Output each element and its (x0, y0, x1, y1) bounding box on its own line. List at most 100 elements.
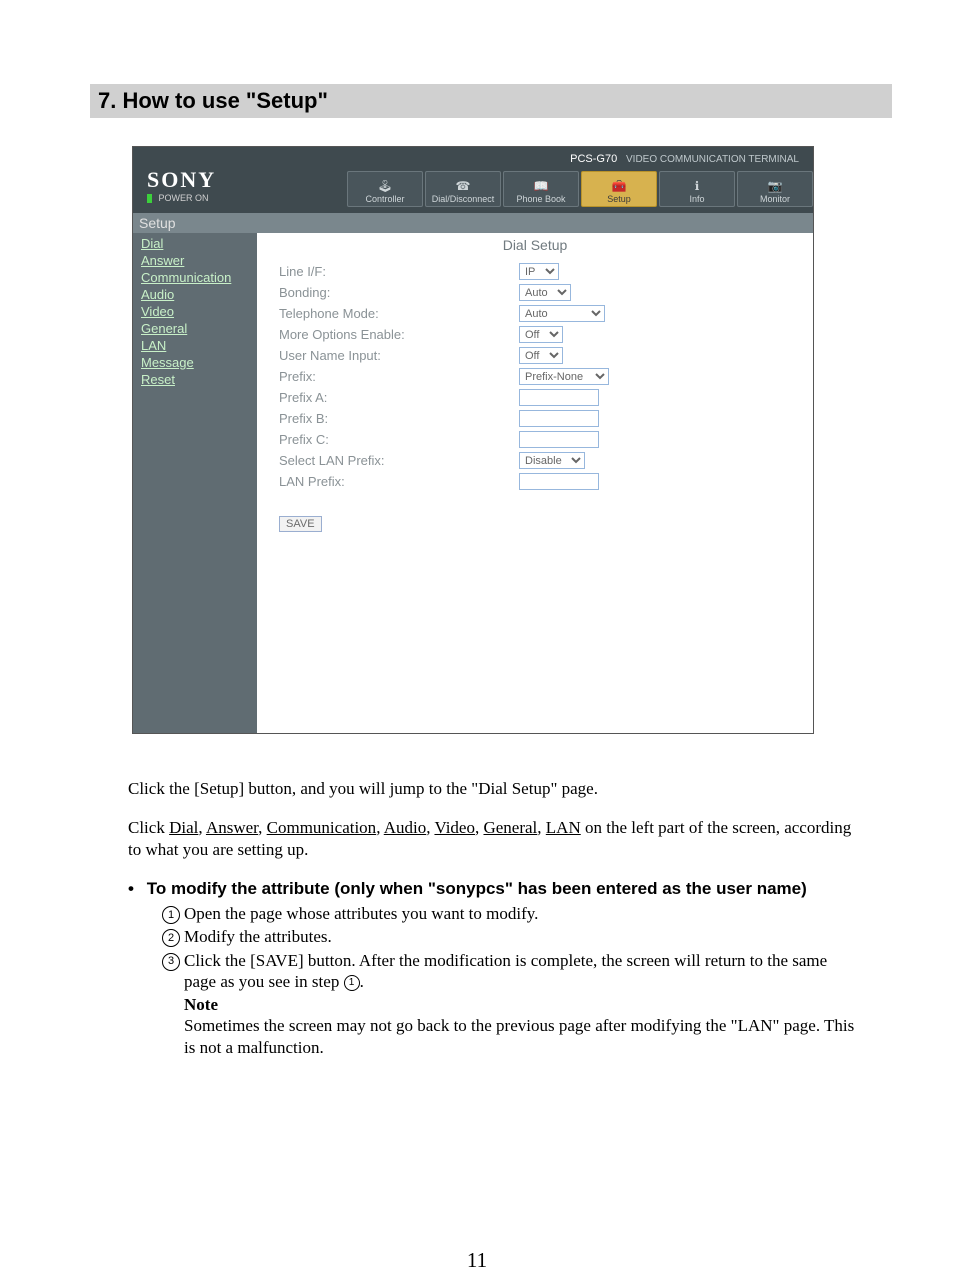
link-communication: Communication (267, 818, 377, 837)
link-lan: LAN (546, 818, 581, 837)
label-moreopts: More Options Enable: (279, 327, 519, 342)
section-number: 7. (98, 88, 116, 113)
select-sel-lan-prefix[interactable]: Disable (519, 452, 585, 469)
sidebar-item-general[interactable]: General (133, 320, 257, 337)
step-3b: . (360, 972, 364, 991)
sidebar: Dial Answer Communication Audio Video Ge… (133, 233, 257, 733)
tab-label: Monitor (760, 194, 790, 204)
tab-phonebook[interactable]: 📖 Phone Book (503, 171, 579, 207)
sidebar-item-communication[interactable]: Communication (133, 269, 257, 286)
select-prefix[interactable]: Prefix-None (519, 368, 609, 385)
note-text: Sometimes the screen may not go back to … (184, 1016, 854, 1056)
info-icon: ℹ (688, 179, 706, 193)
power-indicator: POWER ON (147, 193, 209, 203)
step-2-text: Modify the attributes. (184, 926, 860, 947)
tab-label: Info (689, 194, 704, 204)
model-label: PCS-G70 VIDEO COMMUNICATION TERMINAL (570, 153, 799, 165)
link-audio: Audio (384, 818, 427, 837)
input-prefix-a[interactable] (519, 389, 599, 406)
step-num-3-icon: 3 (162, 953, 180, 971)
save-button[interactable]: SAVE (279, 516, 322, 532)
sidebar-item-video[interactable]: Video (133, 303, 257, 320)
instr-p1: Click the [Setup] button, and you will j… (128, 778, 860, 799)
row-moreopts: More Options Enable: Off (257, 324, 813, 345)
instr-p2-pre: Click (128, 818, 169, 837)
row-prefix-c: Prefix C: (257, 429, 813, 450)
step-3a: Click the [SAVE] button. After the modif… (184, 951, 827, 991)
input-prefix-c[interactable] (519, 431, 599, 448)
app-window: SONY POWER ON PCS-G70 VIDEO COMMUNICATIO… (132, 146, 814, 734)
note-row: Note Sometimes the screen may not go bac… (162, 994, 860, 1058)
app-body: Dial Answer Communication Audio Video Ge… (133, 233, 813, 733)
label-lan-prefix: LAN Prefix: (279, 474, 519, 489)
sidebar-item-dial[interactable]: Dial (133, 235, 257, 252)
link-answer: Answer (206, 818, 258, 837)
app-header: SONY POWER ON PCS-G70 VIDEO COMMUNICATIO… (133, 147, 813, 213)
brand-logo: SONY (133, 167, 217, 193)
tab-monitor[interactable]: 📷 Monitor (737, 171, 813, 207)
step-ref-1-icon: 1 (344, 975, 360, 991)
bullet-heading: • To modify the attribute (only when "so… (128, 878, 860, 899)
controller-icon: 🕹 (376, 179, 394, 193)
label-telmode: Telephone Mode: (279, 306, 519, 321)
power-led-icon (147, 194, 152, 203)
label-prefix: Prefix: (279, 369, 519, 384)
tab-setup[interactable]: 🧰 Setup (581, 171, 657, 207)
row-bonding: Bonding: Auto (257, 282, 813, 303)
tab-label: Phone Book (516, 194, 565, 204)
model-name: PCS-G70 (570, 153, 617, 165)
note-label: Note (184, 995, 218, 1014)
tab-controller[interactable]: 🕹 Controller (347, 171, 423, 207)
link-general: General (483, 818, 537, 837)
label-line-if: Line I/F: (279, 264, 519, 279)
sidebar-item-reset[interactable]: Reset (133, 371, 257, 388)
select-username[interactable]: Off (519, 347, 563, 364)
instr-p2: Click Dial, Answer, Communication, Audio… (128, 817, 860, 860)
tab-dial[interactable]: ☎ Dial/Disconnect (425, 171, 501, 207)
select-line-if[interactable]: IP (519, 263, 559, 280)
content-panel: Dial Setup Line I/F: IP Bonding: Auto Te… (257, 233, 813, 733)
label-sel-lan-prefix: Select LAN Prefix: (279, 453, 519, 468)
page-number: 11 (0, 1248, 954, 1273)
label-prefix-a: Prefix A: (279, 390, 519, 405)
select-telmode[interactable]: Auto (519, 305, 605, 322)
step-1-text: Open the page whose attributes you want … (184, 903, 860, 924)
step-num-2-icon: 2 (162, 929, 180, 947)
setup-bar: Setup (133, 213, 813, 233)
step-3: 3 Click the [SAVE] button. After the mod… (162, 950, 860, 993)
screenshot: SONY POWER ON PCS-G70 VIDEO COMMUNICATIO… (132, 146, 812, 734)
step-3-text: Click the [SAVE] button. After the modif… (184, 950, 860, 993)
select-moreopts[interactable]: Off (519, 326, 563, 343)
row-prefix: Prefix: Prefix-None (257, 366, 813, 387)
label-username: User Name Input: (279, 348, 519, 363)
link-video: Video (434, 818, 475, 837)
label-prefix-b: Prefix B: (279, 411, 519, 426)
tab-info[interactable]: ℹ Info (659, 171, 735, 207)
top-tabs: 🕹 Controller ☎ Dial/Disconnect 📖 Phone B… (347, 171, 813, 207)
step-2: 2 Modify the attributes. (162, 926, 860, 947)
input-lan-prefix[interactable] (519, 473, 599, 490)
sidebar-item-audio[interactable]: Audio (133, 286, 257, 303)
sidebar-item-message[interactable]: Message (133, 354, 257, 371)
sidebar-item-lan[interactable]: LAN (133, 337, 257, 354)
select-bonding[interactable]: Auto (519, 284, 571, 301)
content-title: Dial Setup (257, 233, 813, 261)
label-prefix-c: Prefix C: (279, 432, 519, 447)
bullet-text: To modify the attribute (only when "sony… (147, 879, 807, 898)
row-username: User Name Input: Off (257, 345, 813, 366)
phone-icon: ☎ (454, 179, 472, 193)
instructions: Click the [Setup] button, and you will j… (128, 778, 860, 1058)
model-sub: VIDEO COMMUNICATION TERMINAL (626, 154, 799, 165)
row-lan-prefix: LAN Prefix: (257, 471, 813, 492)
tab-label: Controller (365, 194, 404, 204)
row-prefix-b: Prefix B: (257, 408, 813, 429)
tab-label: Setup (607, 194, 631, 204)
input-prefix-b[interactable] (519, 410, 599, 427)
section-title: How to use "Setup" (122, 88, 327, 113)
row-sel-lan-prefix: Select LAN Prefix: Disable (257, 450, 813, 471)
power-label: POWER ON (159, 193, 209, 203)
camera-icon: 📷 (766, 179, 784, 193)
sidebar-item-answer[interactable]: Answer (133, 252, 257, 269)
row-prefix-a: Prefix A: (257, 387, 813, 408)
label-bonding: Bonding: (279, 285, 519, 300)
